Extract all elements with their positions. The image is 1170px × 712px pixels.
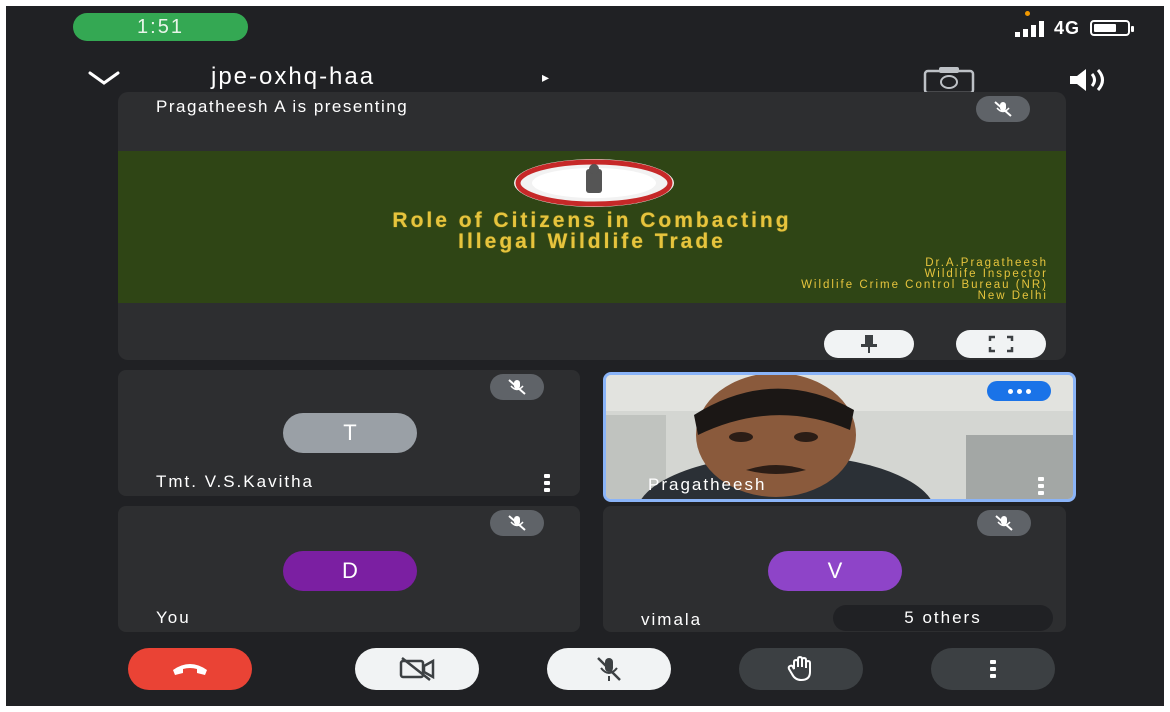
more-options-button[interactable] <box>931 648 1055 690</box>
participant-video-tile[interactable]: Pragatheesh <box>603 372 1076 502</box>
network-type: 4G <box>1053 17 1080 38</box>
meeting-code[interactable]: jpe-oxhq-haa <box>211 63 375 91</box>
others-count-badge[interactable]: 5 others <box>833 605 1053 631</box>
meeting-info-arrow[interactable]: ▸ <box>542 69 549 86</box>
presenter-label: Pragatheesh A is presenting <box>156 97 409 116</box>
pin-button[interactable] <box>824 330 914 358</box>
leave-call-button[interactable] <box>128 648 252 690</box>
raise-hand-icon <box>787 655 811 682</box>
hang-up-icon <box>173 664 207 675</box>
more-options-icon <box>990 660 996 678</box>
participant-name: Tmt. V.S.Kavitha <box>156 472 314 491</box>
raise-hand-button[interactable] <box>739 648 863 690</box>
presentation-tile[interactable]: Pragatheesh A is presenting Role of Citi… <box>118 92 1066 360</box>
speaker-icon[interactable] <box>1066 65 1112 95</box>
mic-off-icon <box>976 96 1030 122</box>
mic-off-icon <box>977 510 1031 536</box>
pin-icon <box>861 335 877 353</box>
more-options-icon[interactable] <box>1038 477 1044 495</box>
mic-off-icon <box>490 510 544 536</box>
cellular-signal-icon <box>1014 11 1044 37</box>
participant-name: Pragatheesh <box>648 475 767 494</box>
camera-toggle-button[interactable] <box>355 648 479 690</box>
battery-icon <box>1090 20 1134 36</box>
avatar: V <box>768 551 902 591</box>
participant-tile[interactable]: T Tmt. V.S.Kavitha <box>118 370 580 496</box>
participant-tile[interactable]: V vimala 5 others <box>603 506 1066 632</box>
fullscreen-button[interactable] <box>956 330 1046 358</box>
slide-credits: Dr.A.Pragatheesh Wildlife Inspector Wild… <box>801 257 1048 302</box>
participant-name: You <box>156 608 191 627</box>
credit-line: New Delhi <box>977 290 1048 302</box>
status-time: 1:51 <box>73 13 248 41</box>
more-options-icon[interactable] <box>544 474 550 492</box>
meet-screen: 1:51 4G jpe-oxhq-haa ▸ Pragatheesh A is … <box>6 6 1164 706</box>
mic-toggle-button[interactable] <box>547 648 671 690</box>
chevron-down-icon[interactable] <box>84 63 124 93</box>
participant-name: vimala <box>641 610 703 629</box>
mic-off-icon <box>490 374 544 400</box>
status-indicators: 4G <box>1014 11 1134 40</box>
avatar: T <box>283 413 417 453</box>
mic-off-icon <box>597 657 621 681</box>
participant-tile-self[interactable]: D You <box>118 506 580 632</box>
bureau-emblem-icon <box>514 159 674 207</box>
fullscreen-icon <box>988 335 1014 353</box>
speaking-indicator-icon <box>987 381 1051 401</box>
shared-slide: Role of Citizens in Combacting Illegal W… <box>118 151 1066 303</box>
camera-off-icon <box>399 657 435 681</box>
slide-title-line2: Illegal Wildlife Trade <box>458 230 726 253</box>
avatar: D <box>283 551 417 591</box>
